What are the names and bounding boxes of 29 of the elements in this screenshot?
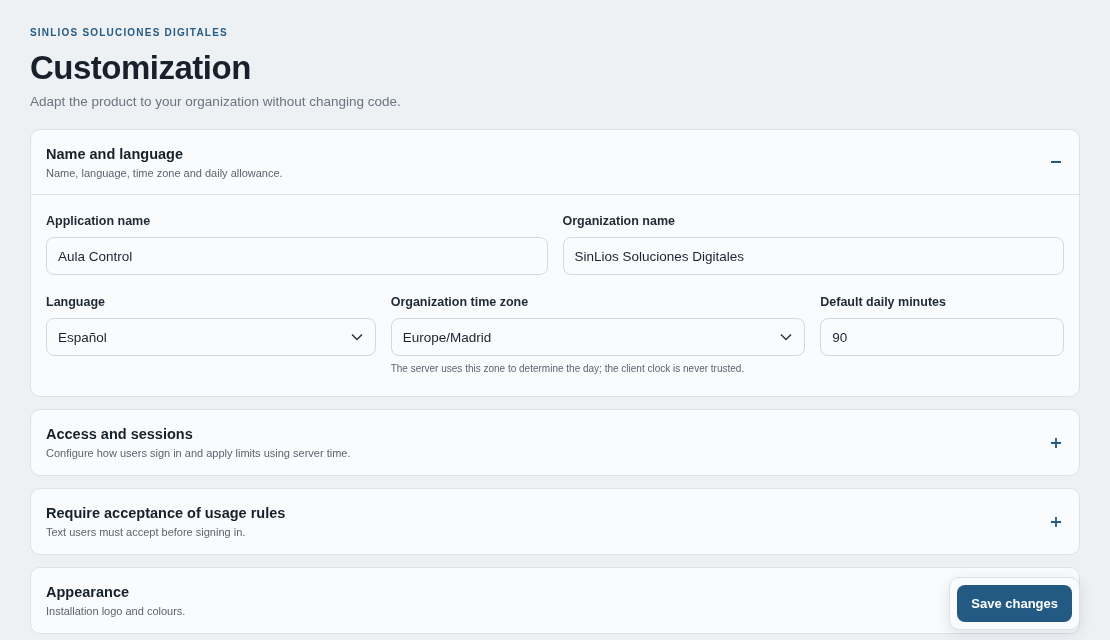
field-label: Application name xyxy=(46,214,152,228)
field-label: Default daily minutes xyxy=(820,295,947,309)
section-description: Installation logo and colours. xyxy=(46,605,186,617)
section-description: Text users must accept before signing in. xyxy=(46,526,247,538)
organization-name: SINLIOS SOLUCIONES DIGITALES xyxy=(30,27,229,38)
field-label: Organization time zone xyxy=(390,295,530,309)
save-button[interactable]: Save changes xyxy=(957,585,1072,622)
section-title: Appearance xyxy=(46,584,130,600)
input-field[interactable]: 90 xyxy=(820,318,1064,356)
section-title: Require acceptance of usage rules xyxy=(46,505,286,521)
section-title: Access and sessions xyxy=(46,426,194,442)
page-title: Customization xyxy=(30,48,252,88)
page-subtitle: Adapt the product to your organization without changing code. xyxy=(30,94,402,109)
plus-icon xyxy=(1049,435,1063,450)
field-label: Language xyxy=(46,295,107,309)
chevron-down-icon xyxy=(350,333,363,341)
input-field[interactable]: Aula Control xyxy=(46,237,548,275)
select-field[interactable]: Europe/Madrid xyxy=(390,318,806,356)
plus-icon xyxy=(1049,514,1063,529)
section-title: Name and language xyxy=(46,145,184,162)
field-label: Organization name xyxy=(562,214,677,228)
chevron-down-icon xyxy=(780,333,793,341)
expand-button[interactable] xyxy=(1049,514,1063,529)
section-description: Name, language, time zone and daily allowance. xyxy=(46,166,283,179)
section-description: Configure how users sign in and apply limits using server time. xyxy=(46,447,351,459)
input-field[interactable]: SinLios Soluciones Digitales xyxy=(562,237,1064,275)
expand-button[interactable] xyxy=(1049,435,1063,450)
field-hint: The server uses this zone to determine the day; the client clock is never trusted. xyxy=(390,363,746,374)
select-field[interactable]: Español xyxy=(46,318,376,356)
